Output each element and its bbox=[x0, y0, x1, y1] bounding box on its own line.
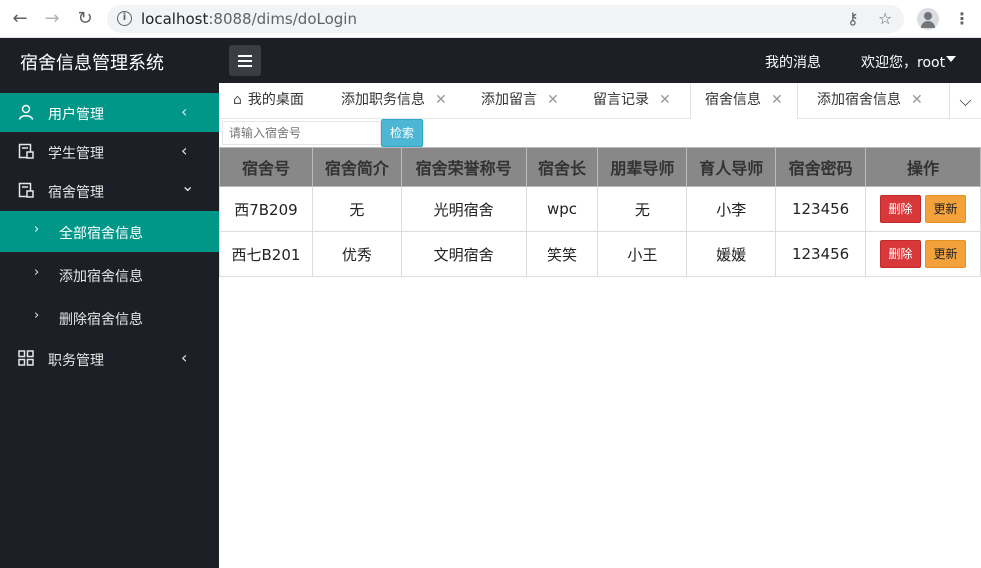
sidebar-item-label: 宿舍管理 bbox=[48, 185, 104, 201]
chevron-left-icon: ‹ bbox=[181, 102, 188, 121]
delete-button[interactable]: 删除 bbox=[880, 240, 922, 268]
sidebar-subitem-label: 添加宿舍信息 bbox=[59, 269, 143, 285]
update-button[interactable]: 更新 bbox=[925, 240, 967, 268]
close-icon[interactable]: ✕ bbox=[911, 92, 923, 108]
tab-label: 添加留言 bbox=[481, 92, 537, 108]
table-cell: 媛媛 bbox=[686, 231, 777, 277]
update-button[interactable]: 更新 bbox=[925, 195, 967, 223]
tab-add-message[interactable]: 添加留言 ✕ bbox=[481, 83, 559, 118]
delete-button[interactable]: 删除 bbox=[880, 195, 922, 223]
table-cell: 小王 bbox=[597, 231, 688, 277]
tab-label: 留言记录 bbox=[593, 92, 649, 108]
table-cell: 123456 bbox=[775, 231, 867, 277]
actions-cell: 删除 更新 bbox=[865, 186, 981, 232]
document-icon bbox=[18, 143, 34, 159]
key-icon[interactable]: ⚷ bbox=[847, 9, 859, 29]
table-row: 西7B209 无 光明宿舍 wpc 无 小李 123456 删除 更新 bbox=[219, 186, 981, 232]
url-text[interactable]: localhost:8088/dims/doLogin bbox=[141, 10, 357, 28]
tab-dorm-info[interactable]: 宿舍信息 ✕ bbox=[690, 83, 798, 119]
tab-label: 宿舍信息 bbox=[705, 92, 761, 108]
table-cell: 无 bbox=[597, 186, 688, 232]
column-header: 宿舍密码 bbox=[775, 147, 867, 187]
sidebar-item-label: 用户管理 bbox=[48, 107, 104, 123]
column-header: 宿舍荣誉称号 bbox=[400, 147, 527, 187]
sidebar-item-position-management[interactable]: 职务管理 ‹ bbox=[0, 339, 219, 378]
column-header: 朋辈导师 bbox=[597, 147, 688, 187]
user-icon bbox=[18, 104, 34, 120]
table-cell: wpc bbox=[525, 186, 599, 232]
reload-icon[interactable]: ↻ bbox=[75, 9, 95, 29]
home-icon: ⌂ bbox=[233, 92, 242, 108]
chevron-left-icon: ‹ bbox=[181, 348, 188, 367]
chevron-left-icon: ‹ bbox=[181, 141, 188, 160]
app-title: 宿舍信息管理系统 bbox=[20, 53, 164, 74]
sidebar-item-label: 职务管理 bbox=[48, 353, 104, 369]
table-cell: 光明宿舍 bbox=[400, 186, 527, 232]
table-cell: 文明宿舍 bbox=[400, 231, 527, 277]
grid-icon bbox=[18, 350, 34, 366]
star-icon[interactable]: ☆ bbox=[878, 9, 892, 29]
table-header-row: 宿舍号 宿舍简介 宿舍荣誉称号 宿舍长 朋辈导师 育人导师 宿舍密码 操作 bbox=[219, 147, 981, 187]
sidebar-subitem-all-dorms[interactable]: › 全部宿舍信息 bbox=[0, 211, 219, 252]
sidebar-item-dorm-management[interactable]: 宿舍管理 ⌄ bbox=[0, 171, 219, 210]
sidebar-subitem-add-dorm[interactable]: › 添加宿舍信息 bbox=[0, 254, 219, 295]
tab-label: 我的桌面 bbox=[247, 92, 304, 108]
info-icon[interactable]: i bbox=[117, 11, 132, 26]
profile-avatar-icon[interactable] bbox=[917, 8, 939, 30]
search-input[interactable] bbox=[222, 121, 381, 145]
table-cell: 笑笑 bbox=[525, 231, 599, 277]
app-header: 宿舍信息管理系统 我的消息 欢迎您，root bbox=[0, 38, 981, 83]
sidebar-subitem-delete-dorm[interactable]: › 删除宿舍信息 bbox=[0, 297, 219, 338]
tab-message-log[interactable]: 留言记录 ✕ bbox=[593, 83, 671, 118]
table-cell: 西7B209 bbox=[219, 186, 313, 232]
back-arrow-icon[interactable]: ← bbox=[10, 9, 30, 29]
chevron-right-icon: › bbox=[34, 308, 40, 323]
close-icon[interactable]: ✕ bbox=[771, 92, 783, 108]
browser-menu-icon[interactable]: ⋮ bbox=[954, 9, 970, 28]
close-icon[interactable]: ✕ bbox=[547, 92, 559, 108]
chevron-right-icon: › bbox=[34, 265, 40, 280]
tab-add-dorm[interactable]: 添加宿舍信息 ✕ bbox=[817, 83, 923, 118]
sidebar-subitem-label: 全部宿舍信息 bbox=[59, 226, 143, 242]
sidebar-item-user-management[interactable]: 用户管理 ‹ bbox=[0, 93, 219, 132]
table-row: 西七B201 优秀 文明宿舍 笑笑 小王 媛媛 123456 删除 更新 bbox=[219, 231, 981, 277]
chevron-right-icon: › bbox=[34, 222, 40, 237]
tab-desktop[interactable]: ⌂ 我的桌面 bbox=[233, 83, 304, 118]
column-header: 宿舍简介 bbox=[311, 147, 402, 187]
chevron-down-icon: ⌄ bbox=[181, 176, 195, 195]
table-cell: 西七B201 bbox=[219, 231, 313, 277]
tab-label: 添加职务信息 bbox=[341, 92, 425, 108]
close-icon[interactable]: ✕ bbox=[435, 92, 447, 108]
column-header: 育人导师 bbox=[686, 147, 777, 187]
browser-toolbar: ← → ↻ i localhost:8088/dims/doLogin ⚷ ☆ … bbox=[0, 0, 981, 38]
document-icon bbox=[18, 182, 34, 198]
actions-cell: 删除 更新 bbox=[865, 231, 981, 277]
tab-add-position[interactable]: 添加职务信息 ✕ bbox=[341, 83, 447, 118]
column-header: 宿舍长 bbox=[525, 147, 599, 187]
sidebar-subitem-label: 删除宿舍信息 bbox=[59, 312, 143, 328]
column-header: 操作 bbox=[865, 147, 981, 187]
tab-label: 添加宿舍信息 bbox=[817, 92, 901, 108]
close-icon[interactable]: ✕ bbox=[659, 92, 671, 108]
address-bar[interactable]: i localhost:8088/dims/doLogin ⚷ ☆ bbox=[107, 5, 904, 33]
sidebar-item-label: 学生管理 bbox=[48, 146, 104, 162]
dorm-table: 宿舍号 宿舍简介 宿舍荣誉称号 宿舍长 朋辈导师 育人导师 宿舍密码 操作 西7… bbox=[219, 147, 981, 277]
forward-arrow-icon[interactable]: → bbox=[42, 9, 62, 29]
messages-link[interactable]: 我的消息 bbox=[765, 52, 821, 72]
table-cell: 无 bbox=[311, 186, 402, 232]
column-header: 宿舍号 bbox=[219, 147, 313, 187]
menu-toggle-icon[interactable] bbox=[229, 45, 261, 76]
search-button[interactable]: 检索 bbox=[381, 119, 423, 147]
sidebar: 用户管理 ‹ 学生管理 ‹ 宿舍管理 ⌄ › 全部宿舍信息 › 添加宿舍信息 ›… bbox=[0, 83, 219, 568]
user-menu[interactable]: 欢迎您，root bbox=[861, 52, 945, 72]
tab-dropdown-icon[interactable]: ⌵ bbox=[949, 83, 981, 119]
table-cell: 优秀 bbox=[311, 231, 402, 277]
table-cell: 小李 bbox=[686, 186, 777, 232]
sidebar-item-student-management[interactable]: 学生管理 ‹ bbox=[0, 132, 219, 171]
table-cell: 123456 bbox=[775, 186, 867, 232]
tab-bar: ⌂ 我的桌面 添加职务信息 ✕ 添加留言 ✕ 留言记录 ✕ 宿舍信息 ✕ 添加宿舍信息 ✕ … bbox=[219, 83, 981, 119]
caret-down-icon[interactable] bbox=[946, 56, 956, 62]
